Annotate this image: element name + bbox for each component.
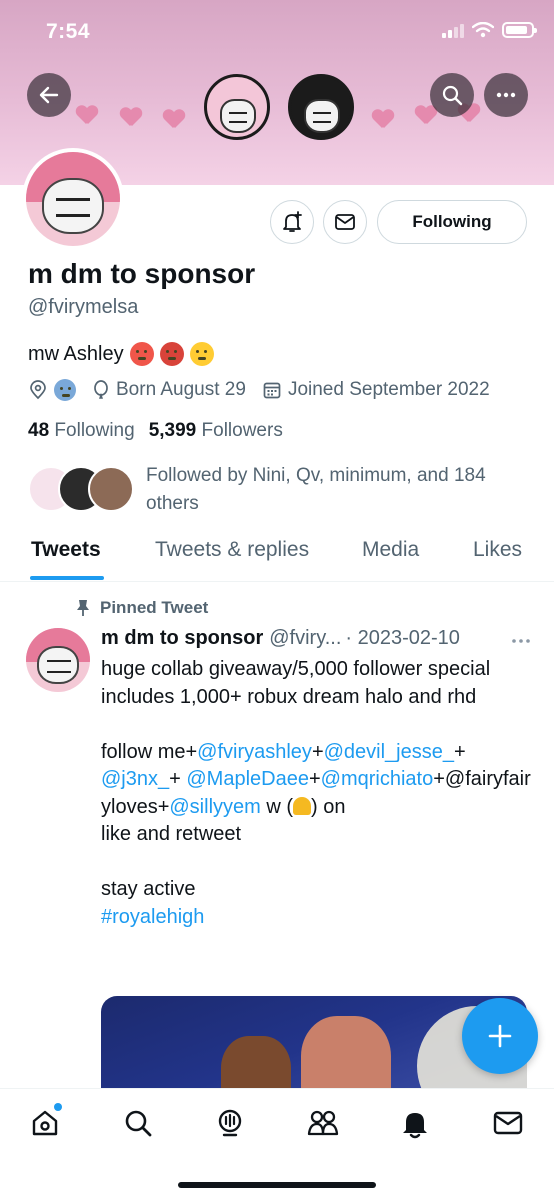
joined-text: Joined September 2022: [287, 379, 490, 400]
nav-spaces[interactable]: [212, 1105, 248, 1141]
display-name: m dm to sponsor: [28, 258, 256, 289]
spaces-icon: [218, 1109, 242, 1137]
pinned-text: Pinned Tweet: [100, 598, 209, 617]
tweet-author-handle[interactable]: @fviry...: [269, 627, 341, 650]
status-icons: [442, 22, 537, 38]
tab-likes[interactable]: Likes: [473, 538, 522, 562]
banner-character-kuromi: [288, 74, 354, 140]
plus-icon: [488, 1024, 512, 1048]
followers-count-link[interactable]: 5,399 Followers: [149, 420, 283, 442]
bell-emoji-icon: [293, 796, 312, 815]
location-pin-icon: [30, 380, 46, 400]
new-content-dot: [54, 1103, 62, 1111]
profile-tabs: Tweets Tweets & replies Media Likes: [0, 524, 554, 582]
bio-text: mw Ashley: [28, 342, 124, 365]
cursing-face-emoji-icon: [159, 342, 184, 366]
nav-messages[interactable]: [490, 1105, 526, 1141]
back-button[interactable]: [27, 73, 71, 117]
followed-by-text: Followed by Nini, Qv, minimum, and 184 o…: [146, 465, 486, 514]
notifications-toggle-button[interactable]: [270, 200, 314, 244]
tweet-date[interactable]: · 2023-02-10: [345, 627, 460, 650]
nav-notifications[interactable]: [397, 1105, 433, 1141]
mention-link[interactable]: @MapleDaee: [186, 768, 309, 790]
envelope-icon: [335, 214, 355, 230]
nav-communities[interactable]: [305, 1105, 341, 1141]
profile-bio: mw Ashley: [28, 342, 214, 366]
profile-handle: @fvirymelsa: [28, 296, 139, 318]
arrow-left-icon: [39, 86, 59, 104]
tweet-avatar[interactable]: [26, 628, 90, 692]
bell-plus-icon: [283, 211, 302, 232]
search-icon: [125, 1110, 152, 1137]
mention-link[interactable]: @j3nx_: [101, 768, 169, 790]
hot-face-emoji-icon: [129, 342, 154, 366]
status-bar: 7:54: [0, 0, 554, 64]
tab-tweets[interactable]: Tweets: [31, 538, 101, 562]
tab-tweets-and-replies[interactable]: Tweets & replies: [155, 538, 309, 562]
profile-counts: 48 Following 5,399 Followers: [28, 420, 283, 442]
mention-link[interactable]: @devil_jesse_: [324, 741, 454, 763]
envelope-icon: [493, 1111, 523, 1135]
search-icon: [442, 85, 463, 106]
more-icon: [512, 639, 530, 643]
compose-tweet-button[interactable]: [462, 998, 538, 1074]
tab-media[interactable]: Media: [362, 538, 419, 562]
tweet-more-button[interactable]: [511, 629, 531, 652]
mention-link[interactable]: @sillyyem: [169, 796, 260, 818]
joined-item: Joined September 2022: [262, 379, 490, 401]
hashtag-link[interactable]: #royalehigh: [101, 904, 531, 932]
location-item: [28, 379, 76, 401]
profile-meta: Born August 29 Joined September 2022: [28, 379, 506, 401]
tweet-author-name[interactable]: m dm to sponsor: [101, 627, 263, 650]
unamused-face-emoji-icon: [189, 342, 214, 366]
character-figure: [301, 1016, 391, 1092]
wifi-icon: [472, 22, 494, 38]
bell-icon: [403, 1113, 427, 1139]
home-indicator: [178, 1182, 376, 1188]
search-button[interactable]: [430, 73, 474, 117]
banner-character-melody: [204, 74, 270, 140]
active-tab-indicator: [30, 576, 104, 580]
fearful-face-emoji-icon: [54, 379, 76, 401]
balloon-icon: [94, 380, 108, 399]
calendar-icon: [263, 382, 281, 399]
nav-search[interactable]: [120, 1105, 156, 1141]
mention-link[interactable]: @mqrichiato: [321, 768, 434, 790]
message-button[interactable]: [323, 200, 367, 244]
status-time: 7:54: [46, 20, 91, 43]
battery-icon: [502, 22, 537, 38]
mention-link[interactable]: @fviryashley: [197, 741, 312, 763]
signal-icon: [442, 22, 464, 38]
pinned-label: Pinned Tweet: [76, 598, 208, 618]
character-figure: [221, 1036, 291, 1092]
communities-icon: [307, 1110, 339, 1136]
pin-icon: [77, 600, 89, 616]
profile-avatar[interactable]: [22, 148, 124, 250]
home-icon: [32, 1110, 58, 1136]
follower-avatar: [88, 466, 134, 512]
following-count-link[interactable]: 48 Following: [28, 420, 135, 442]
following-button[interactable]: Following: [377, 200, 527, 244]
birthday-text: Born August 29: [116, 379, 246, 400]
more-button[interactable]: [484, 73, 528, 117]
birthday-item: Born August 29: [92, 379, 246, 401]
tweet-text: huge collab giveaway/5,000 follower spec…: [101, 656, 531, 931]
followed-by-section[interactable]: Followed by Nini, Qv, minimum, and 184 o…: [28, 462, 528, 516]
more-icon: [496, 92, 516, 98]
tweet-header: m dm to sponsor @fviry... · 2023-02-10: [101, 627, 531, 650]
